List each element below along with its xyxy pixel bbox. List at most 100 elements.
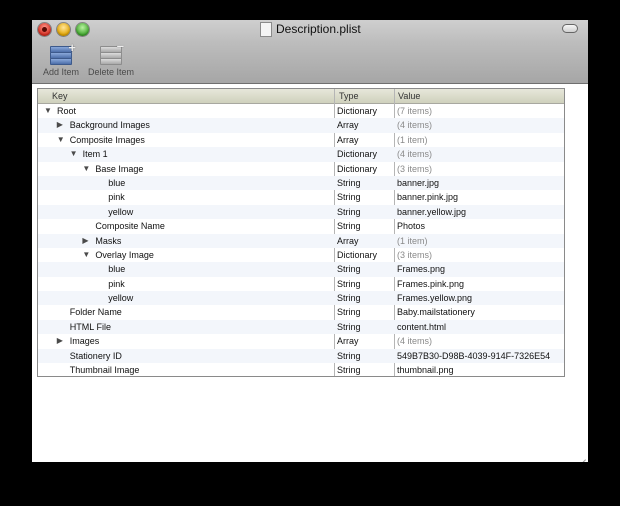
key-cell[interactable]: yellow [38,205,334,219]
table-row[interactable]: yellow String Frames.yellow.png [38,291,564,306]
disclosure-open-icon[interactable]: ▼ [82,248,92,262]
value-cell[interactable]: Frames.pink.png [397,277,564,291]
disclosure-open-icon[interactable]: ▼ [82,162,92,176]
type-cell[interactable]: String [337,262,392,276]
type-cell[interactable]: String [337,277,392,291]
value-cell[interactable]: (4 items) [397,334,564,348]
value-cell[interactable]: 549B7B30-D98B-4039-914F-7326E54 [397,349,564,363]
key-cell[interactable]: pink [38,190,334,204]
resize-grip[interactable] [576,450,586,462]
value-cell[interactable]: banner.yellow.jpg [397,205,564,219]
table-row[interactable]: ▼ Root Dictionary (7 items) [38,104,564,118]
minimize-window-button[interactable] [57,23,70,36]
type-cell[interactable]: String [337,349,392,363]
key-cell[interactable]: ▼ Base Image [38,162,334,176]
key-cell[interactable]: blue [38,176,334,190]
table-row[interactable]: ▶ Masks Array (1 item) [38,233,564,248]
type-cell[interactable]: String [337,291,392,305]
key-cell[interactable]: Thumbnail Image [38,363,334,377]
value-cell[interactable]: (1 item) [397,133,564,147]
table-row[interactable]: Folder Name String Baby.mailstationery [38,305,564,319]
value-cell[interactable]: thumbnail.png [397,363,564,377]
value-cell[interactable]: Frames.png [397,262,564,276]
plist-outline-view[interactable]: Key Type Value ▼ Root Dictionary (7 items) ▶… [37,88,565,377]
value-cell[interactable]: (7 items) [397,104,564,118]
disclosure-open-icon[interactable]: ▼ [44,104,54,118]
type-cell[interactable]: Dictionary [337,162,392,176]
column-header-value[interactable]: Value [398,89,420,103]
type-cell[interactable]: String [337,205,392,219]
key-cell[interactable]: ▶ Masks [38,234,334,248]
key-cell[interactable]: ▶ Background Images [38,118,334,132]
type-cell[interactable]: String [337,176,392,190]
key-cell[interactable]: ▶ Images [38,334,334,348]
value-cell[interactable]: Frames.yellow.png [397,291,564,305]
key-cell[interactable]: ▼ Item 1 [38,147,334,161]
type-cell[interactable]: String [337,320,392,334]
add-item-button[interactable]: + Add Item [34,40,88,79]
toolbar-toggle-button[interactable] [562,24,578,33]
table-row[interactable]: Composite Name String Photos [38,219,564,233]
table-row[interactable]: ▶ Images Array (4 items) [38,334,564,348]
zoom-window-button[interactable] [76,23,89,36]
table-row[interactable]: ▼ Item 1 Dictionary (4 items) [38,147,564,162]
type-cell[interactable]: Array [337,334,392,348]
disclosure-open-icon[interactable]: ▼ [70,147,80,161]
type-cell[interactable]: Array [337,118,392,132]
type-cell[interactable]: Array [337,234,392,248]
value-cell[interactable]: (3 items) [397,162,564,176]
key-cell[interactable]: blue [38,262,334,276]
type-cell[interactable]: Dictionary [337,147,392,161]
disclosure-open-icon[interactable]: ▼ [57,133,67,147]
type-cell[interactable]: String [337,190,392,204]
disclosure-closed-icon[interactable]: ▶ [82,234,92,248]
key-text: yellow [108,293,134,304]
table-row[interactable]: ▼ Overlay Image Dictionary (3 items) [38,248,564,262]
type-cell[interactable]: String [337,219,392,233]
table-row[interactable]: ▶ Background Images Array (4 items) [38,118,564,133]
value-cell[interactable]: Baby.mailstationery [397,305,564,319]
key-cell[interactable]: ▼ Composite Images [38,133,334,147]
key-cell[interactable]: yellow [38,291,334,305]
table-row[interactable]: ▼ Composite Images Array (1 item) [38,133,564,147]
type-cell[interactable]: Dictionary [337,248,392,262]
value-cell[interactable]: (4 items) [397,118,564,132]
key-cell[interactable]: Stationery ID [38,349,334,363]
value-cell[interactable]: banner.pink.jpg [397,190,564,204]
table-row[interactable]: Stationery ID String 549B7B30-D98B-4039-91… [38,348,564,364]
key-cell[interactable]: Composite Name [38,219,334,233]
type-cell[interactable]: String [337,305,392,319]
table-row[interactable]: Thumbnail Image String thumbnail.png [38,363,564,377]
table-row[interactable]: pink String banner.pink.jpg [38,190,564,204]
table-row[interactable]: ▼ Base Image Dictionary (3 items) [38,162,564,176]
key-text: Overlay Image [95,249,154,260]
value-cell[interactable]: (4 items) [397,147,564,161]
title-bar: Description.plist + Add Item – Delete It… [32,20,588,84]
table-row[interactable]: HTML File String content.html [38,319,564,335]
type-cell[interactable]: String [337,363,392,377]
column-header-type[interactable]: Type [339,89,359,103]
delete-item-button[interactable]: – Delete Item [84,38,138,79]
disclosure-closed-icon[interactable]: ▶ [57,334,67,348]
key-cell[interactable]: ▼ Root [38,104,334,118]
value-cell[interactable]: Photos [397,219,564,233]
value-cell[interactable]: content.html [397,320,564,334]
key-cell[interactable]: ▼ Overlay Image [38,248,334,262]
table-row[interactable]: blue String banner.jpg [38,175,564,191]
column-header-key[interactable]: Key [52,89,68,103]
type-cell[interactable]: Dictionary [337,104,392,118]
document-icon [260,22,272,37]
type-cell[interactable]: Array [337,133,392,147]
table-row[interactable]: blue String Frames.png [38,262,564,277]
value-cell[interactable]: (1 item) [397,234,564,248]
table-row[interactable]: yellow String banner.yellow.jpg [38,204,564,220]
delete-item-label: Delete Item [87,67,135,77]
close-window-button[interactable] [38,23,51,36]
disclosure-closed-icon[interactable]: ▶ [57,118,67,132]
table-row[interactable]: pink String Frames.pink.png [38,277,564,291]
value-cell[interactable]: banner.jpg [397,176,564,190]
value-cell[interactable]: (3 items) [397,248,564,262]
key-cell[interactable]: pink [38,277,334,291]
key-cell[interactable]: Folder Name [38,305,334,319]
key-cell[interactable]: HTML File [38,320,334,334]
